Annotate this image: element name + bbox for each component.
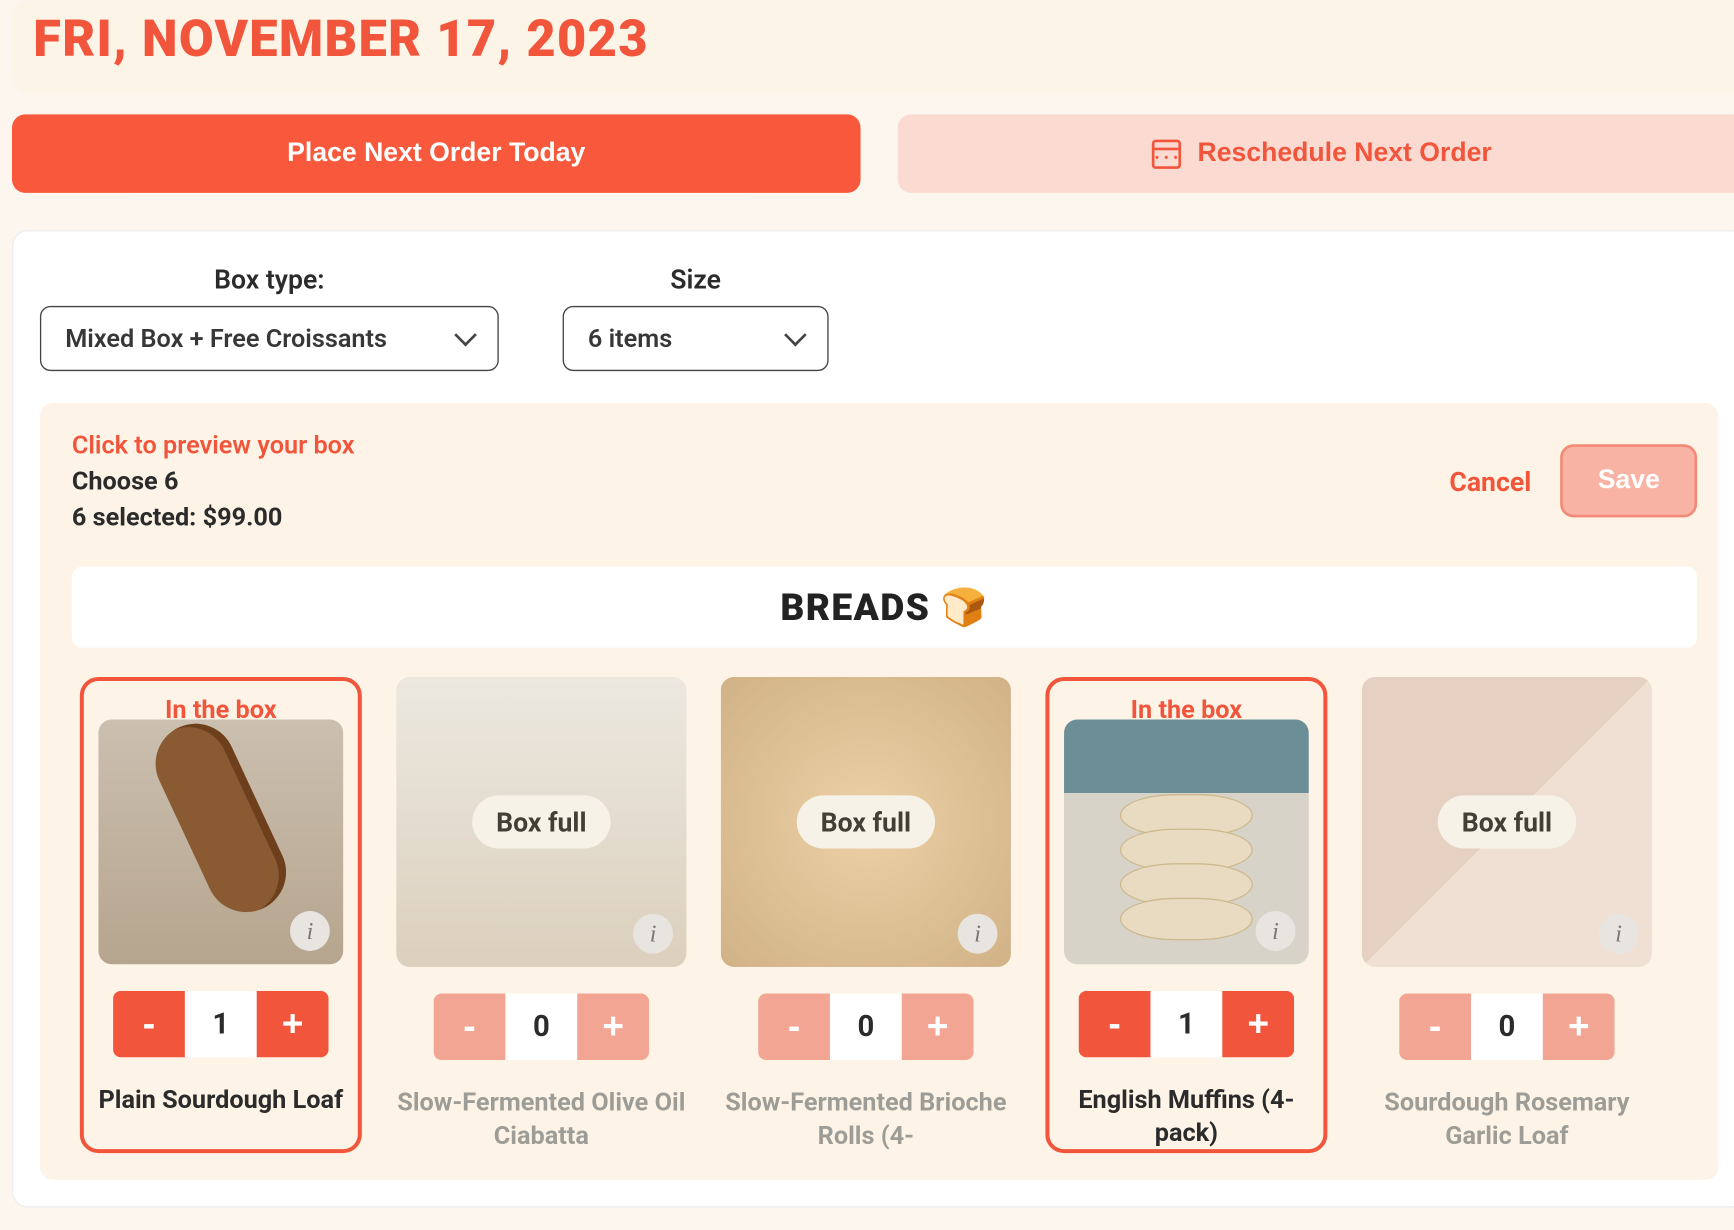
quantity-stepper: - 1 +: [113, 991, 328, 1057]
size-label: Size: [670, 263, 721, 295]
size-value: 6 items: [588, 323, 672, 354]
product-image[interactable]: Box full i: [396, 677, 686, 967]
quantity-value: 0: [505, 994, 577, 1061]
cancel-button[interactable]: Cancel: [1449, 465, 1531, 497]
date-heading: FRI, NOVEMBER 17, 2023: [33, 11, 1725, 70]
product-card: In the box i - 1 + English Muffins (4-pa…: [1045, 677, 1327, 1154]
product-card: Box full i - 0 + Slow-Fermented Olive Oi…: [396, 677, 686, 1154]
quantity-stepper: - 0 +: [434, 994, 649, 1061]
product-image[interactable]: Box full i: [1362, 677, 1652, 967]
product-name: English Muffins (4-pack): [1060, 1084, 1313, 1150]
quantity-stepper: - 0 +: [758, 994, 973, 1061]
decrement-button[interactable]: -: [113, 991, 185, 1057]
category-title: BREADS: [780, 585, 930, 629]
increment-button[interactable]: +: [577, 994, 649, 1061]
choose-count: Choose 6: [72, 466, 355, 497]
box-full-badge: Box full: [797, 795, 935, 848]
calendar-icon: [1152, 139, 1181, 168]
quantity-value: 0: [1471, 994, 1543, 1061]
box-type-select[interactable]: Mixed Box + Free Croissants: [40, 306, 499, 371]
selected-summary: 6 selected: $99.00: [72, 501, 355, 532]
box-full-badge: Box full: [472, 795, 610, 848]
product-image[interactable]: Box full i: [721, 677, 1011, 967]
decrement-button[interactable]: -: [758, 994, 830, 1061]
reschedule-label: Reschedule Next Order: [1198, 138, 1492, 169]
product-image[interactable]: i: [1064, 720, 1309, 965]
size-select[interactable]: 6 items: [563, 306, 829, 371]
info-icon[interactable]: i: [1599, 914, 1639, 954]
bread-icon: 🍞: [941, 585, 989, 629]
increment-button[interactable]: +: [1222, 991, 1294, 1057]
chevron-down-icon: [784, 323, 807, 346]
reschedule-button[interactable]: Reschedule Next Order: [898, 114, 1734, 192]
info-icon[interactable]: i: [290, 911, 330, 951]
box-full-badge: Box full: [1438, 795, 1576, 848]
quantity-value: 1: [1150, 991, 1222, 1057]
product-card: In the box i - 1 + Plain Sourdough Loaf: [80, 677, 362, 1154]
box-type-label: Box type:: [214, 263, 324, 295]
product-card: Box full i - 0 + Sourdough Rosemary Garl…: [1362, 677, 1652, 1154]
decrement-button[interactable]: -: [434, 994, 506, 1061]
box-type-value: Mixed Box + Free Croissants: [65, 323, 387, 354]
product-name: Sourdough Rosemary Garlic Loaf: [1362, 1087, 1652, 1153]
preview-box-link[interactable]: Click to preview your box: [72, 430, 355, 461]
product-name: Slow-Fermented Olive Oil Ciabatta: [396, 1087, 686, 1153]
increment-button[interactable]: +: [1543, 994, 1615, 1061]
quantity-value: 1: [185, 991, 257, 1057]
product-name: Plain Sourdough Loaf: [98, 1084, 343, 1117]
quantity-value: 0: [830, 994, 902, 1061]
increment-button[interactable]: +: [902, 994, 974, 1061]
info-icon[interactable]: i: [1256, 911, 1296, 951]
decrement-button[interactable]: -: [1079, 991, 1151, 1057]
quantity-stepper: - 0 +: [1399, 994, 1614, 1061]
place-order-button[interactable]: Place Next Order Today: [12, 114, 861, 192]
decrement-button[interactable]: -: [1399, 994, 1471, 1061]
increment-button[interactable]: +: [257, 991, 329, 1057]
chevron-down-icon: [454, 323, 477, 346]
save-button[interactable]: Save: [1560, 444, 1697, 517]
product-card: Box full i - 0 + Slow-Fermented Brioche …: [721, 677, 1011, 1154]
quantity-stepper: - 1 +: [1079, 991, 1294, 1057]
product-name: Slow-Fermented Brioche Rolls (4-: [721, 1087, 1011, 1153]
category-header: BREADS 🍞: [72, 567, 1697, 648]
info-icon[interactable]: i: [633, 914, 673, 954]
product-image[interactable]: i: [98, 720, 343, 965]
info-icon[interactable]: i: [958, 914, 998, 954]
